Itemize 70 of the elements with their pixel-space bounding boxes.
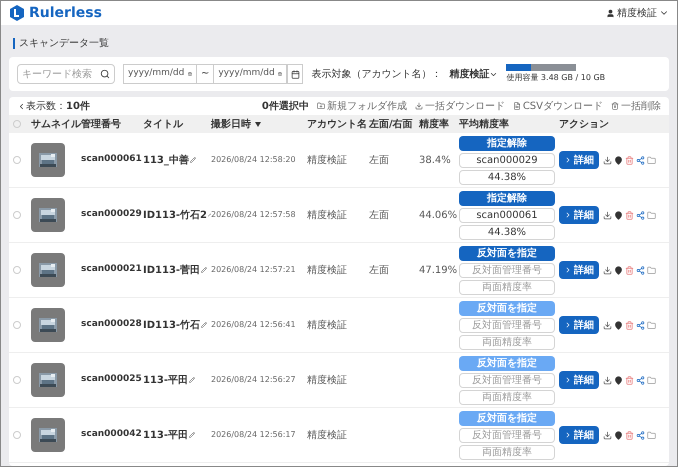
target-label: 表示対象（アカウント名）： <box>311 68 442 82</box>
column-header: アカウント名 <box>307 118 368 132</box>
scan-id: scan000025 <box>81 373 143 386</box>
accuracy-rate: 44.06% <box>419 210 458 220</box>
side-text: 左面 <box>369 264 389 276</box>
capture-date: 2026/08/24 12:58:20 <box>211 154 297 166</box>
side-text: 左面 <box>369 154 389 166</box>
account-select[interactable]: 精度検証 <box>449 66 498 82</box>
account-name: 精度検証 <box>307 208 348 222</box>
detail-button[interactable]: 詳細 <box>559 151 599 169</box>
toolbar-action[interactable]: 一括ダウンロード <box>414 98 505 114</box>
toolbar-action[interactable]: 一括削除 <box>611 98 661 114</box>
detail-button[interactable]: 詳細 <box>559 206 599 224</box>
column-header: サムネイル <box>31 118 81 132</box>
designate-button[interactable]: 指定解除 <box>459 136 555 150</box>
scan-title: ID113-竹石 <box>143 318 200 332</box>
column-header: 精度率 <box>419 117 450 132</box>
account-name: 精度検証 <box>307 428 348 442</box>
accuracy-rate: 38.4% <box>419 154 451 166</box>
keyword-field[interactable]: キーワード検索 <box>17 64 115 84</box>
scan-id: scan000028 <box>81 318 143 332</box>
date-from-field[interactable]: yyyy/mm/dd <box>123 64 197 84</box>
capture-date: 2026/08/24 12:56:41 <box>211 319 297 331</box>
scan-id: scan000061 <box>81 153 143 166</box>
pair-rate-field[interactable]: 44.38% <box>459 224 555 240</box>
column-header[interactable]: 撮影日時 <box>211 116 307 132</box>
scan-title: ID113-菅田 <box>143 264 200 278</box>
date-to-field[interactable]: yyyy/mm/dd <box>213 64 288 84</box>
selection-count: 0件選択中 <box>262 100 309 114</box>
column-header: 平均精度率 <box>459 117 510 132</box>
accuracy-rate: 47.19% <box>419 264 458 276</box>
pair-id-field[interactable]: scan000061 <box>459 208 555 222</box>
detail-button[interactable]: 詳細 <box>559 316 599 334</box>
toolbar-action[interactable]: CSVダウンロード <box>512 98 603 114</box>
scan-id: scan000042 <box>81 428 143 442</box>
designate-button[interactable]: 指定解除 <box>459 190 555 206</box>
column-header: 管理番号 <box>81 118 122 132</box>
scan-id: scan000029 <box>81 208 143 222</box>
scan-title: 113-平田 <box>143 428 188 442</box>
capture-date: 2026/08/24 12:57:21 <box>211 264 297 276</box>
scan-title: ID113-竹石2 <box>143 208 208 222</box>
column-header: タイトル <box>143 118 184 132</box>
detail-button[interactable]: 詳細 <box>559 261 599 279</box>
designate-button[interactable]: 反対面を指定 <box>459 246 555 260</box>
display-count: 表示数：10件 <box>26 100 90 114</box>
column-header: 左面/右面 <box>369 118 414 132</box>
account-name: 精度検証 <box>307 318 348 332</box>
page-title: スキャンデータ一覧 <box>13 38 109 49</box>
scan-id: scan000021 <box>81 263 143 276</box>
toolbar-action[interactable]: 新規フォルダ作成 <box>316 98 407 114</box>
logo-text: Rulerless <box>29 4 102 22</box>
capture-date: 2026/08/24 12:56:17 <box>211 429 297 441</box>
column-header: アクション <box>559 118 610 132</box>
account-name: 精度検証 <box>307 154 348 168</box>
pair-rate-field[interactable]: 44.38% <box>459 170 555 184</box>
user-menu[interactable]: 精度検証 <box>606 6 669 20</box>
scan-title: 113-平田 <box>143 374 188 388</box>
account-name: 精度検証 <box>307 264 348 278</box>
pair-id-field[interactable]: 反対面管理番号 <box>459 262 555 278</box>
scan-title: 113_中善 <box>143 153 189 168</box>
storage-reading: 使用容量 3.48 GB / 10 GB <box>506 72 606 84</box>
detail-button[interactable]: 詳細 <box>559 426 599 444</box>
pair-rate-field[interactable]: 両面精度率 <box>459 280 555 294</box>
account-name: 精度検証 <box>307 374 348 388</box>
side-text: 左面 <box>369 210 389 220</box>
date-separator: ~ <box>197 64 214 84</box>
detail-button[interactable]: 詳細 <box>559 371 599 389</box>
capture-date: 2026/08/24 12:56:27 <box>211 374 297 386</box>
pair-id-field[interactable]: scan000029 <box>459 152 555 168</box>
capture-date: 2026/08/24 12:57:58 <box>211 209 297 221</box>
